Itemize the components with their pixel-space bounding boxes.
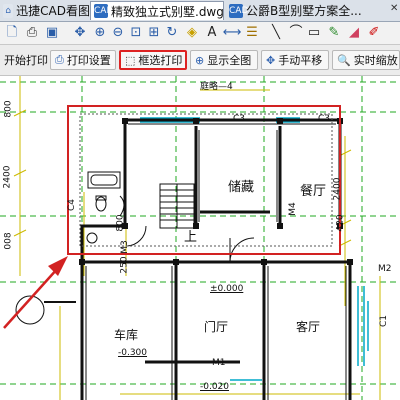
door-label-m3: M3 <box>119 240 130 254</box>
save-icon[interactable]: ▣ <box>44 25 60 41</box>
room-label-storage: 储藏 <box>228 180 255 195</box>
polyline-icon[interactable]: ⌒ <box>288 25 304 41</box>
tab-label: 精致独立式别墅.dwg <box>111 4 224 19</box>
room-label-garage: 车库 <box>114 328 139 342</box>
dimension-250: 250 <box>119 256 130 274</box>
manual-pan-button[interactable]: ✥ 手动平移 <box>261 50 329 70</box>
zoom-icon: 🔍 <box>337 53 351 67</box>
drawing-canvas[interactable]: 庭略—4 C3 C3 C4 M3 M4 M2 M1 C1 储藏 餐厅 上 车库 … <box>0 76 400 400</box>
door-label-m2: M2 <box>378 264 392 274</box>
pencil-icon[interactable]: ✎ <box>326 25 342 41</box>
window-label-c3: C3 <box>318 114 331 124</box>
dimension-left-1: 800 <box>3 100 14 118</box>
staircase <box>159 183 195 229</box>
new-file-icon[interactable]: 🗋 <box>4 25 20 41</box>
room-label-dining: 餐厅 <box>300 184 327 199</box>
dimension-left-3: 008 <box>3 232 14 250</box>
elevation-garage: -0.300 <box>118 348 148 358</box>
properties-icon[interactable]: ☰ <box>244 25 260 41</box>
dimension-420: 420 <box>335 214 346 232</box>
start-print-button[interactable]: 开始打印 <box>2 50 48 70</box>
zoom-extents-icon[interactable]: ⊞ <box>146 25 162 41</box>
windows <box>140 117 369 381</box>
zoom-window-icon[interactable]: ⊡ <box>128 25 144 41</box>
room-label-foyer: 门厅 <box>204 320 229 334</box>
realtime-zoom-label: 实时缩放 <box>353 54 398 67</box>
tab-home[interactable]: ⌂ 迅捷CAD看图 <box>0 1 90 20</box>
dimension-2400: 2400 <box>332 177 343 201</box>
dimension-800: 800 <box>115 214 126 232</box>
pan-icon[interactable]: ✥ <box>72 25 88 41</box>
cad-file-icon: CAD <box>94 4 114 18</box>
print-icon[interactable]: ⎙ <box>24 25 40 41</box>
eraser-icon[interactable]: ◢ <box>346 25 362 41</box>
box-print-label: 框选打印 <box>138 54 183 67</box>
print-settings-label: 打印设置 <box>66 54 111 67</box>
text-icon[interactable]: A <box>204 25 220 41</box>
tab-label: 公爵B型别墅方案全... <box>246 4 362 18</box>
elevation-bottom: -0.020 <box>200 382 230 392</box>
icon-toolbar: 🗋 ⎙ ▣ ✥ ⊕ ⊖ ⊡ ⊞ ↻ ◈ A ⟷ ☰ ╲ ⌒ ▭ ✎ ◢ ✐ <box>0 22 400 45</box>
room-label-living: 客厅 <box>296 320 321 334</box>
cad-file-icon: CAD <box>229 3 249 18</box>
command-toolbar: 开始打印 ⎙ 打印设置 ⬚ 框选打印 ⊕ 显示全图 ✥ 手动平移 🔍 实时缩放 <box>0 45 400 76</box>
close-icon[interactable]: ✕ <box>390 3 400 17</box>
box-print-button[interactable]: ⬚ 框选打印 <box>119 50 187 70</box>
line-icon[interactable]: ╲ <box>268 25 284 41</box>
rectangle-icon[interactable]: ▭ <box>306 25 322 41</box>
realtime-zoom-button[interactable]: 🔍 实时缩放 <box>332 50 400 70</box>
start-print-label: 开始打印 <box>4 54 48 67</box>
print-icon: ⎙ <box>55 53 64 66</box>
window-label-c1: C1 <box>379 314 390 328</box>
print-settings-button[interactable]: ⎙ 打印设置 <box>50 50 116 70</box>
door-label-m4: M4 <box>287 202 298 216</box>
tab-bar: ⌂ 迅捷CAD看图 CAD 精致独立式别墅.dwg ✕ CAD 公爵B型别墅方案… <box>0 0 400 22</box>
tab-label: 迅捷CAD看图 <box>16 4 90 18</box>
stair-up-label: 上 <box>184 230 198 245</box>
window-label-c3: C3 <box>233 114 246 124</box>
door-label-m1: M1 <box>212 358 226 368</box>
show-all-label: 显示全图 <box>207 54 252 67</box>
measure-icon[interactable]: ⟷ <box>223 25 242 41</box>
zoom-in-icon[interactable]: ⊕ <box>92 25 108 41</box>
pointer-arrow-icon <box>3 256 68 329</box>
tab-drawing-active[interactable]: CAD 精致独立式别墅.dwg ✕ <box>90 1 224 20</box>
layers-icon[interactable]: ◈ <box>184 25 200 41</box>
tab-drawing-2[interactable]: CAD 公爵B型别墅方案全... <box>226 1 390 20</box>
manual-pan-label: 手动平移 <box>278 54 323 67</box>
dashed-box-icon: ⬚ <box>125 53 136 67</box>
dimension-left-2: 2400 <box>2 165 13 189</box>
window-label-c4: C4 <box>67 198 78 212</box>
bathroom-fixtures <box>86 171 125 244</box>
redo-icon[interactable]: ↻ <box>164 25 180 41</box>
elevation-foyer: ±0.000 <box>210 284 244 294</box>
markup-icon[interactable]: ✐ <box>366 25 382 41</box>
zoom-extents-icon: ⊕ <box>195 53 205 67</box>
pan-icon: ✥ <box>266 53 276 67</box>
zoom-out-icon[interactable]: ⊖ <box>110 25 126 41</box>
north-arrow-icon <box>15 295 76 325</box>
home-icon: ⌂ <box>3 3 14 18</box>
floor-plan-drawing <box>0 76 400 400</box>
show-all-button[interactable]: ⊕ 显示全图 <box>190 50 258 70</box>
top-dimension-label: 庭略—4 <box>200 82 233 92</box>
